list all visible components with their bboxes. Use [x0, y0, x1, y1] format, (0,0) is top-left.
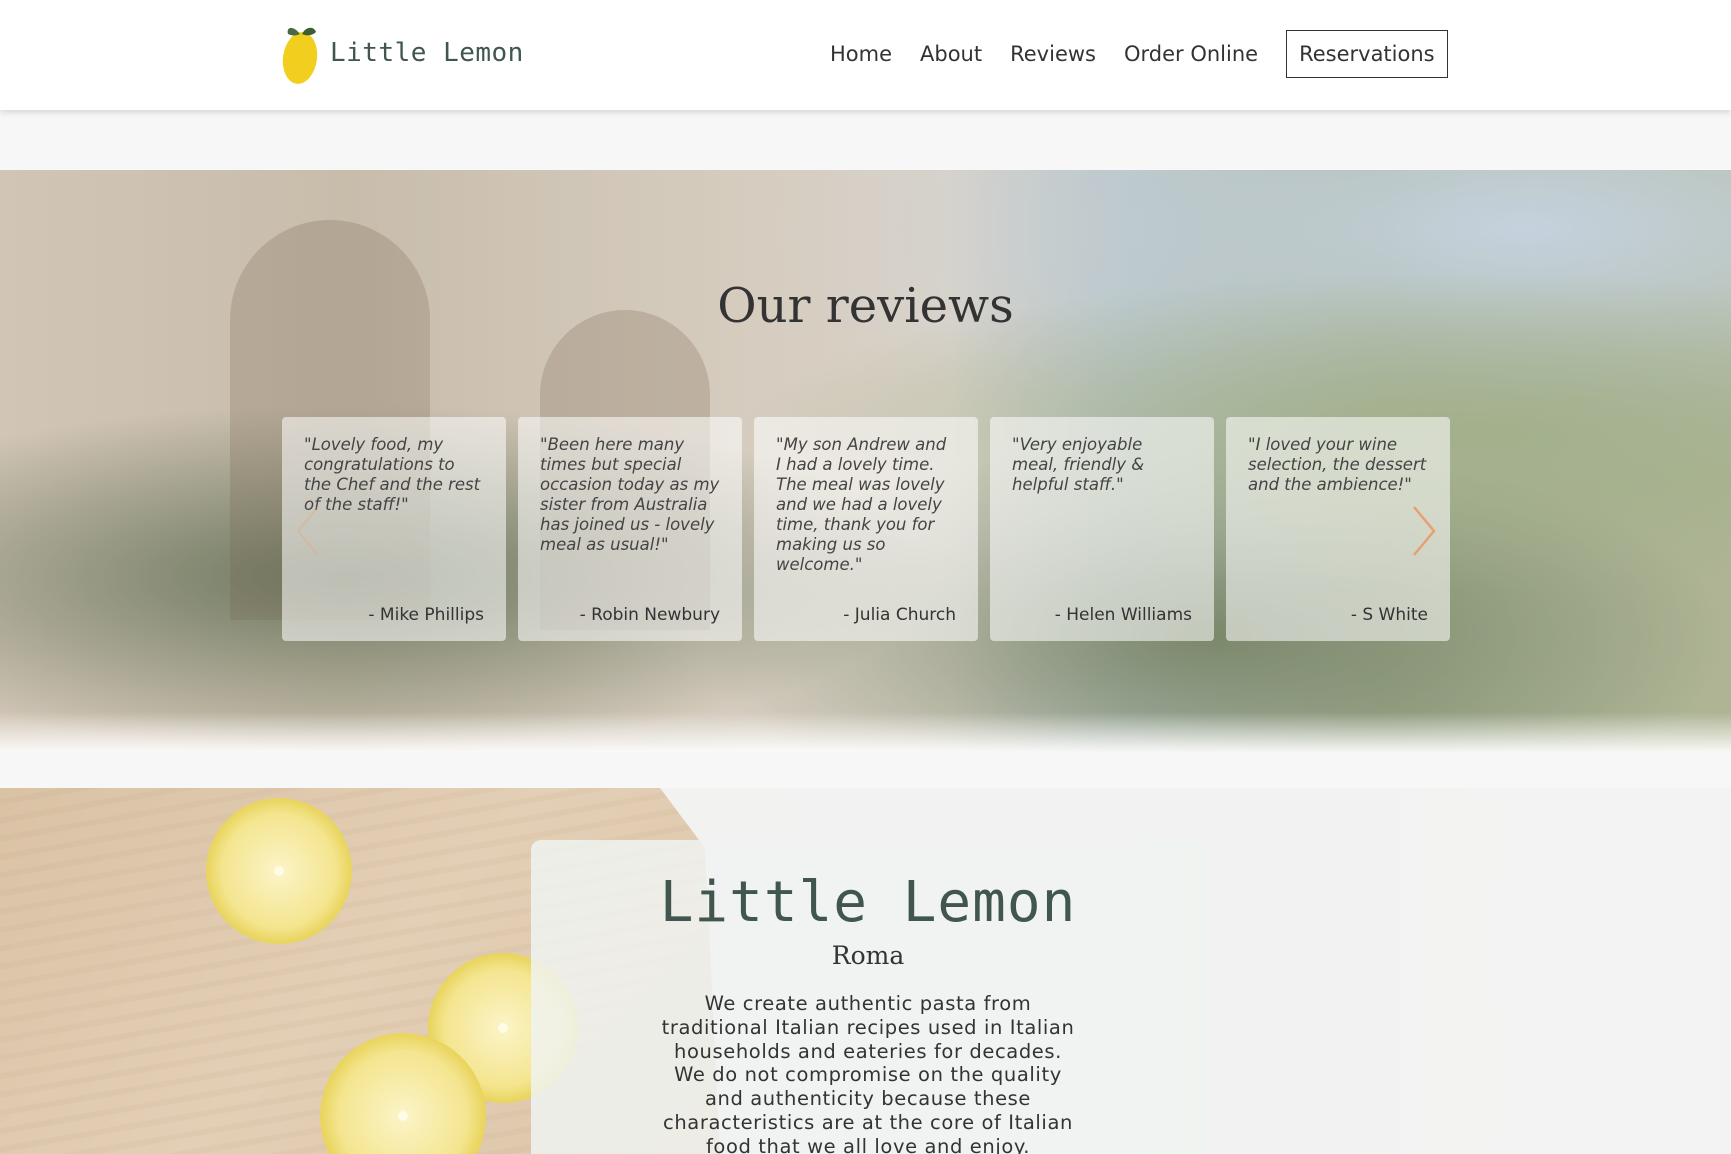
reservations-button[interactable]: Reservations: [1286, 30, 1448, 78]
carousel-next-button[interactable]: [1410, 503, 1438, 559]
reviews-section: Our reviews "Lovely food, my congratulat…: [0, 170, 1731, 752]
review-card: "My son Andrew and I had a lovely time. …: [754, 417, 978, 641]
carousel-prev-button[interactable]: [294, 503, 322, 559]
nav-home[interactable]: Home: [830, 42, 892, 66]
logo[interactable]: Little Lemon: [280, 20, 524, 86]
logo-text: Little Lemon: [330, 38, 524, 68]
lemon-logo-icon: [280, 20, 322, 86]
review-quote: "Very enjoyable meal, friendly & helpful…: [1012, 435, 1145, 494]
nav-reviews[interactable]: Reviews: [1010, 42, 1096, 66]
review-quote: "My son Andrew and I had a lovely time. …: [776, 435, 947, 574]
site-header: Little Lemon Home About Reviews Order On…: [0, 0, 1731, 110]
about-title: Little Lemon: [659, 870, 1077, 935]
main-nav: Home About Reviews Order Online Reservat…: [830, 28, 1448, 80]
review-author: - S White: [1350, 605, 1428, 625]
review-quote: "Been here many times but special occasi…: [540, 435, 720, 554]
review-quote: "I loved your wine selection, the desser…: [1248, 435, 1427, 494]
review-author: - Julia Church: [843, 605, 956, 625]
review-author: - Robin Newbury: [579, 605, 720, 625]
review-card: "Been here many times but special occasi…: [518, 417, 742, 641]
nav-order-online[interactable]: Order Online: [1124, 42, 1258, 66]
about-subtitle: Roma: [831, 941, 905, 970]
chevron-right-icon: [1413, 506, 1436, 556]
review-carousel: "Lovely food, my congratulations to the …: [282, 417, 1462, 641]
about-description: We create authentic pasta from tradition…: [661, 992, 1075, 1154]
lemon-slice-image: [206, 798, 352, 944]
reviews-title: Our reviews: [717, 278, 1014, 334]
review-author: - Mike Phillips: [368, 605, 484, 625]
about-card: Little Lemon Roma We create authentic pa…: [531, 840, 1205, 1154]
about-section: Little Lemon Roma We create authentic pa…: [0, 788, 1731, 1154]
review-quote: "Lovely food, my congratulations to the …: [304, 435, 481, 514]
review-card: "Very enjoyable meal, friendly & helpful…: [990, 417, 1214, 641]
nav-about[interactable]: About: [920, 42, 982, 66]
chevron-left-icon: [296, 506, 319, 556]
review-author: - Helen Williams: [1054, 605, 1192, 625]
